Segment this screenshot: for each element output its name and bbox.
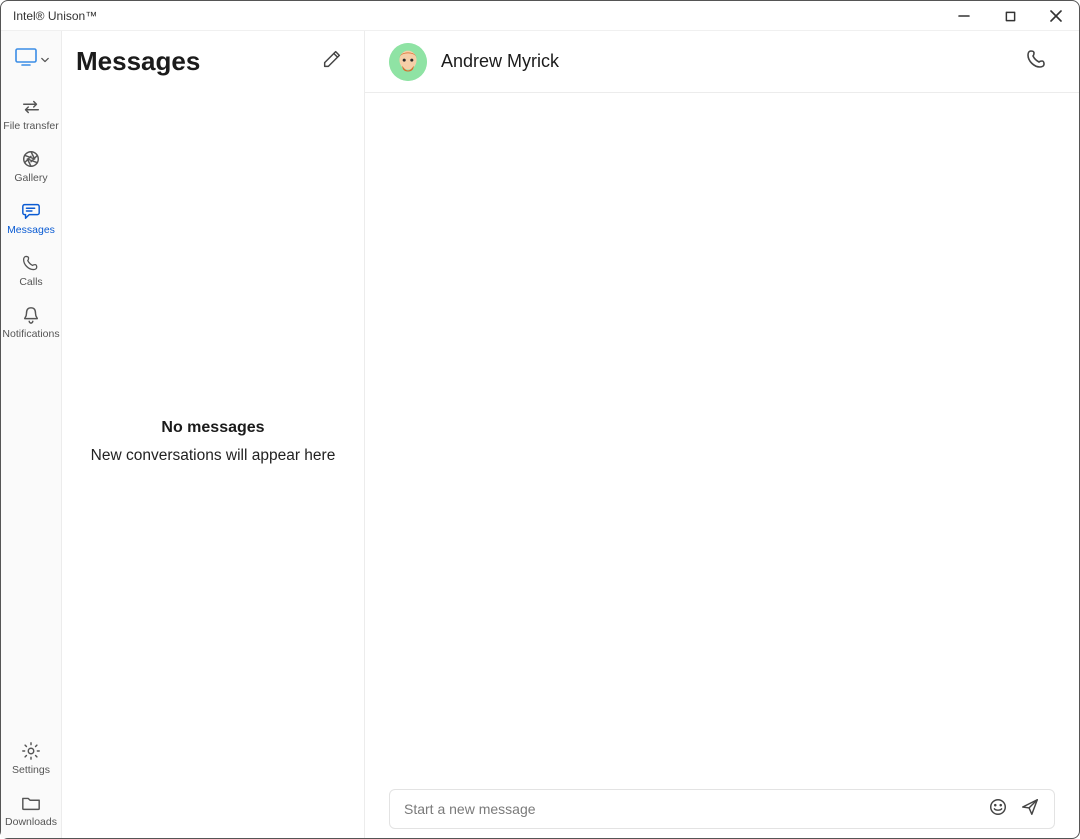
messages-icon xyxy=(21,200,41,222)
chat-panel: Andrew Myrick xyxy=(365,31,1079,838)
gear-icon xyxy=(21,740,41,762)
send-icon xyxy=(1020,797,1040,822)
compose-icon xyxy=(321,48,343,75)
chat-header: Andrew Myrick xyxy=(365,31,1079,93)
chat-input-container xyxy=(389,789,1055,829)
conversations-heading: Messages xyxy=(76,46,200,77)
chevron-down-icon xyxy=(41,51,49,69)
sidebar-item-downloads[interactable]: Downloads xyxy=(1,786,62,838)
conversations-header: Messages xyxy=(62,31,364,91)
sidebar-item-file-transfer[interactable]: File transfer xyxy=(1,90,62,142)
chat-messages-area xyxy=(365,93,1079,788)
phone-icon xyxy=(22,252,40,274)
call-button[interactable] xyxy=(1021,46,1053,78)
window-title: Intel® Unison™ xyxy=(13,9,97,23)
sidebar-item-gallery[interactable]: Gallery xyxy=(1,142,62,194)
bell-icon xyxy=(22,304,40,326)
conversations-empty-state: No messages New conversations will appea… xyxy=(62,91,364,838)
chat-input-row xyxy=(365,788,1079,838)
sidebar-item-notifications[interactable]: Notifications xyxy=(1,298,62,350)
phone-icon xyxy=(1026,48,1048,75)
emoji-icon xyxy=(988,797,1008,822)
sidebar-item-label: Downloads xyxy=(5,816,57,828)
window-maximize-button[interactable] xyxy=(987,1,1033,31)
compose-button[interactable] xyxy=(318,47,346,75)
conversations-panel: Messages No messages New conversations w… xyxy=(62,31,365,838)
window-titlebar: Intel® Unison™ xyxy=(1,1,1079,31)
transfer-icon xyxy=(21,96,41,118)
app-body: File transfer Gallery Messages Calls Not xyxy=(1,31,1079,838)
window-close-button[interactable] xyxy=(1033,1,1079,31)
sidebar-item-label: Notifications xyxy=(2,328,59,340)
sidebar-item-messages[interactable]: Messages xyxy=(1,194,62,246)
sidebar-item-label: Settings xyxy=(12,764,50,776)
sidebar-item-calls[interactable]: Calls xyxy=(1,246,62,298)
sidebar-item-label: Messages xyxy=(7,224,55,236)
device-selector[interactable] xyxy=(1,43,62,90)
folder-icon xyxy=(21,792,41,814)
aperture-icon xyxy=(21,148,41,170)
sidebar-item-settings[interactable]: Settings xyxy=(1,734,62,786)
empty-subtitle: New conversations will appear here xyxy=(91,447,336,465)
sidebar-item-label: Gallery xyxy=(14,172,47,184)
window-controls xyxy=(941,1,1079,31)
window-minimize-button[interactable] xyxy=(941,1,987,31)
monitor-icon xyxy=(14,47,38,72)
sidebar-item-label: Calls xyxy=(19,276,42,288)
sidebar-item-label: File transfer xyxy=(3,120,58,132)
empty-title: No messages xyxy=(161,419,264,437)
sidebar: File transfer Gallery Messages Calls Not xyxy=(1,31,62,838)
contact-avatar[interactable] xyxy=(389,43,427,81)
send-button[interactable] xyxy=(1014,793,1046,825)
message-input[interactable] xyxy=(404,801,982,817)
emoji-button[interactable] xyxy=(982,793,1014,825)
contact-name: Andrew Myrick xyxy=(441,51,559,72)
